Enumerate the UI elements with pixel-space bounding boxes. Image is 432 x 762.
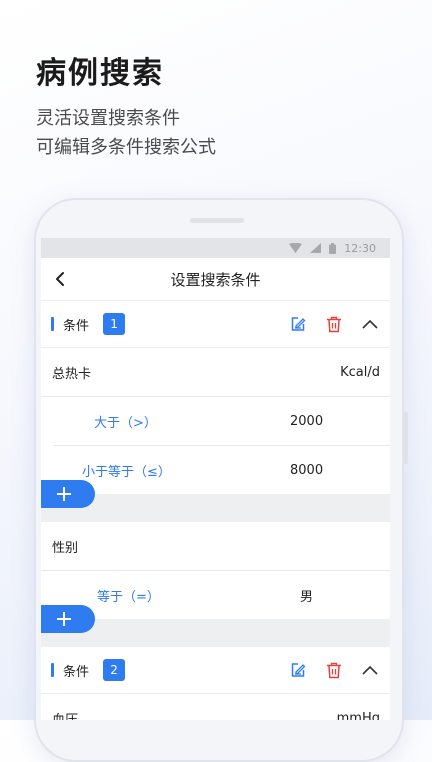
hero-title: 病例搜索 (36, 56, 164, 91)
condition-actions (288, 301, 380, 347)
condition-1-header: 条件 1 (41, 301, 390, 348)
plus-icon (57, 612, 71, 626)
plus-icon (57, 487, 71, 501)
trash-icon[interactable] (324, 314, 344, 334)
battery-icon (329, 242, 337, 254)
add-rule-row (41, 605, 390, 647)
rule-operator[interactable]: 大于（>） (94, 397, 157, 445)
app-screen: 12:30 设置搜索条件 条件 1 总热卡 Kcal/d 大于（>） 2000 (41, 238, 390, 720)
wifi-icon (289, 243, 303, 253)
add-rule-button[interactable] (41, 605, 95, 633)
add-rule-row (41, 480, 390, 522)
signal-icon (310, 243, 322, 253)
chevron-left-icon (56, 272, 64, 286)
status-bar: 12:30 (41, 238, 390, 258)
status-time: 12:30 (344, 241, 376, 255)
hero-subtitle-line-2: 可编辑多条件搜索公式 (36, 137, 216, 158)
condition-marker (51, 663, 54, 677)
edit-icon[interactable] (288, 314, 308, 334)
field-name: 总热卡 (52, 366, 92, 382)
rule-value[interactable]: 男 (300, 571, 313, 619)
rule-row[interactable]: 等于（=） 男 (53, 571, 390, 619)
rule-row[interactable]: 大于（>） 2000 (53, 397, 390, 446)
field-row-blood-pressure[interactable]: 血压 mmHg (41, 694, 390, 721)
condition-2-header: 条件 2 (41, 647, 390, 694)
back-button[interactable] (49, 268, 71, 290)
rule-row[interactable]: 小于等于（≤） 8000 (53, 446, 390, 494)
hero-subtitle-line-1: 灵活设置搜索条件 (36, 108, 180, 129)
condition-label: 条件 (63, 318, 90, 334)
condition-number-badge: 1 (103, 313, 126, 335)
field-name: 性别 (52, 540, 79, 556)
field-row-total-calories[interactable]: 总热卡 Kcal/d (41, 348, 390, 397)
condition-marker (51, 317, 54, 331)
nav-bar: 设置搜索条件 (41, 258, 390, 301)
trash-icon[interactable] (324, 660, 344, 680)
chevron-up-icon[interactable] (360, 314, 380, 334)
rule-value[interactable]: 2000 (290, 397, 323, 445)
rule-operator[interactable]: 小于等于（≤） (82, 446, 171, 494)
field-row-gender[interactable]: 性别 (41, 522, 390, 571)
rule-value[interactable]: 8000 (290, 446, 323, 494)
phone-side-button (404, 412, 408, 464)
condition-actions (288, 647, 380, 693)
phone-speaker (190, 218, 244, 223)
add-rule-button[interactable] (41, 480, 95, 508)
rule-operator[interactable]: 等于（=） (97, 571, 160, 619)
field-name: 血压 (52, 712, 79, 721)
chevron-up-icon[interactable] (360, 660, 380, 680)
condition-number-badge: 2 (103, 659, 126, 681)
field-unit: Kcal/d (340, 364, 380, 380)
edit-icon[interactable] (288, 660, 308, 680)
field-unit: mmHg (336, 710, 380, 721)
condition-label: 条件 (63, 664, 90, 680)
hero-subtitle: 灵活设置搜索条件 可编辑多条件搜索公式 (36, 104, 216, 162)
page-title: 设置搜索条件 (170, 270, 261, 289)
